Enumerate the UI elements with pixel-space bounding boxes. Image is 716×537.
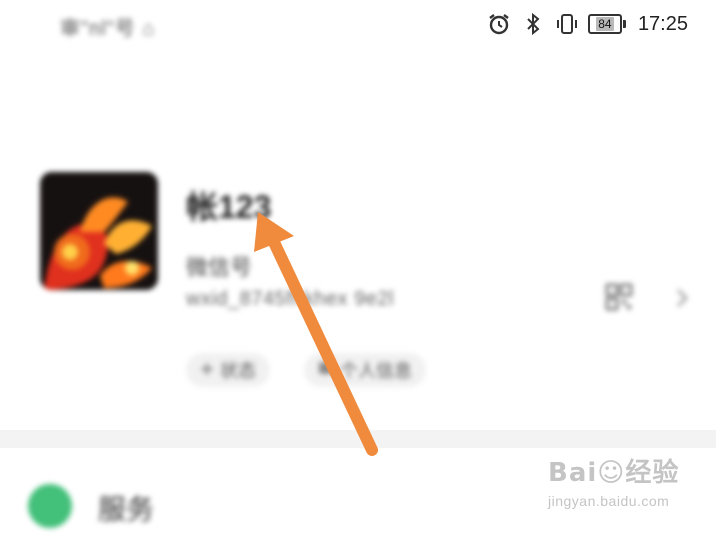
carrier-text: 审"nl"号 ⌂ bbox=[60, 18, 156, 40]
tag-icon bbox=[318, 360, 334, 381]
status-icons: 84 17:25 bbox=[486, 11, 688, 37]
battery-icon: 84 bbox=[587, 14, 626, 34]
avatar[interactable] bbox=[40, 172, 158, 290]
plus-icon bbox=[200, 360, 214, 381]
watermark: Bai☺经验 jingyan.baidu.com bbox=[548, 452, 698, 526]
info-chip[interactable]: 个人信息 bbox=[304, 353, 426, 387]
chevron-right-icon[interactable] bbox=[672, 284, 692, 312]
watermark-logo: Bai☺经验 bbox=[548, 458, 680, 488]
info-chip-label: 个人信息 bbox=[340, 361, 412, 381]
alarm-icon bbox=[486, 11, 512, 37]
profile-card[interactable]: 帐123 微信号 wxid_8745fhkhex 9e2l 状态 个人信息 bbox=[0, 140, 716, 430]
watermark-url: jingyan.baidu.com bbox=[548, 493, 670, 509]
service-icon bbox=[28, 484, 72, 528]
list-item-label: 服务 bbox=[98, 494, 155, 525]
vibrate-icon bbox=[554, 11, 580, 37]
qr-code-icon[interactable] bbox=[604, 282, 634, 312]
clock: 17:25 bbox=[637, 12, 688, 35]
account-id: wxid_8745fhkhex 9e2l bbox=[186, 288, 394, 310]
bluetooth-icon bbox=[520, 11, 546, 37]
battery-level: 84 bbox=[596, 17, 614, 31]
status-bar: 审"nl"号 ⌂ 84 17:25 bbox=[0, 0, 716, 48]
section-divider bbox=[0, 430, 716, 448]
status-chip[interactable]: 状态 bbox=[186, 353, 270, 387]
profile-name: 帐123 bbox=[186, 189, 272, 225]
status-chip-label: 状态 bbox=[220, 361, 256, 381]
account-label: 微信号 bbox=[186, 255, 253, 280]
